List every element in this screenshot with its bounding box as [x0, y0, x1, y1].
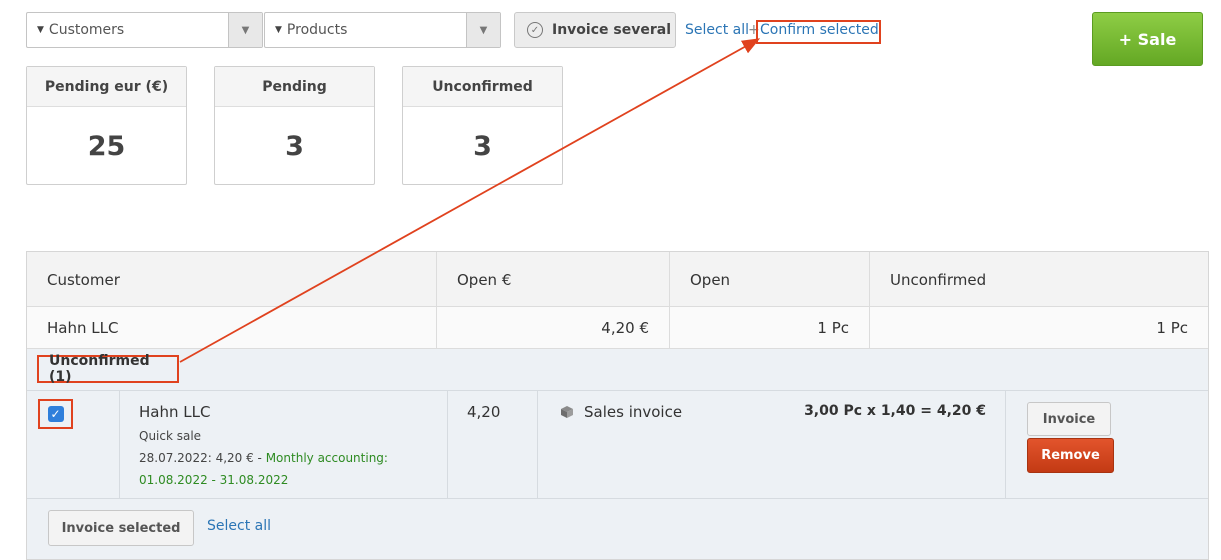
remove-button[interactable]: Remove	[1027, 438, 1114, 473]
stat-card-unconfirmed: Unconfirmed 3	[402, 66, 563, 185]
check-circle-icon: ✓	[527, 22, 543, 38]
item-type-label: Sales invoice	[584, 403, 683, 421]
customers-filter[interactable]: ▼ Customers ▼	[26, 12, 263, 48]
dropdown-arrow-icon[interactable]: ▼	[466, 13, 500, 47]
stat-value: 3	[285, 130, 304, 162]
stat-value: 3	[473, 130, 492, 162]
item-accounting-label: Monthly accounting:	[265, 451, 388, 465]
products-filter[interactable]: ▼ Products ▼	[264, 12, 501, 48]
add-sale-button[interactable]: + Sale	[1092, 12, 1203, 66]
invoice-several-button[interactable]: ✓ Invoice several	[514, 12, 676, 48]
select-all-link[interactable]: Select all	[685, 22, 749, 38]
select-checkbox-highlight: ✓	[38, 399, 73, 429]
unconfirmed-group-label: Unconfirmed (1)	[37, 353, 179, 385]
item-calculation: 3,00 Pc x 1,40 = 4,20 €	[804, 403, 986, 419]
stat-card-pending: Pending 3	[214, 66, 375, 185]
cell-open-eur: 4,20 €	[436, 307, 669, 349]
cell-open: 1 Pc	[669, 307, 869, 349]
dropdown-arrow-icon[interactable]: ▼	[228, 13, 262, 47]
table-header: Customer Open € Open Unconfirmed	[27, 252, 1208, 307]
invoice-selected-button[interactable]: Invoice selected	[48, 510, 194, 546]
unconfirmed-item-row: ✓ Hahn LLC Quick sale 28.07.2022: 4,20 €…	[27, 390, 1208, 499]
caret-down-icon: ▼	[37, 25, 44, 35]
table-row[interactable]: Hahn LLC 4,20 € 1 Pc 1 Pc	[27, 307, 1208, 349]
header-open-eur: Open €	[436, 252, 669, 307]
item-date-line: 28.07.2022: 4,20 € - Monthly accounting:	[139, 451, 388, 465]
item-subtitle: Quick sale	[139, 429, 202, 443]
stat-card-pending-eur: Pending eur (€) 25	[26, 66, 187, 185]
cell-customer: Hahn LLC	[47, 319, 119, 337]
item-customer: Hahn LLC	[139, 403, 211, 421]
stat-value: 25	[87, 130, 126, 162]
bottom-select-all-link[interactable]: Select all	[207, 518, 271, 534]
header-open: Open	[669, 252, 869, 307]
item-type: Sales invoice	[560, 403, 682, 421]
confirm-selected-highlight	[756, 20, 881, 44]
customer-panel: Customer Open € Open Unconfirmed Hahn LL…	[26, 251, 1209, 560]
invoice-button[interactable]: Invoice	[1027, 402, 1111, 436]
stat-label: Pending eur (€)	[27, 67, 186, 107]
stat-label: Pending	[215, 67, 374, 107]
customers-filter-label: Customers	[48, 22, 125, 38]
item-date-amount: 28.07.2022: 4,20 € -	[139, 451, 266, 465]
header-unconfirmed: Unconfirmed	[869, 252, 1208, 307]
select-checkbox[interactable]: ✓	[47, 406, 64, 422]
package-icon	[561, 406, 573, 418]
item-amount: 4,20	[467, 403, 501, 421]
cell-unconfirmed: 1 Pc	[869, 307, 1208, 349]
products-filter-label: Products	[286, 22, 348, 38]
header-customer: Customer	[47, 270, 120, 289]
stat-label: Unconfirmed	[403, 67, 562, 107]
item-period: 01.08.2022 - 31.08.2022	[139, 473, 289, 487]
caret-down-icon: ▼	[275, 25, 282, 35]
invoice-several-label: Invoice several	[552, 22, 671, 38]
